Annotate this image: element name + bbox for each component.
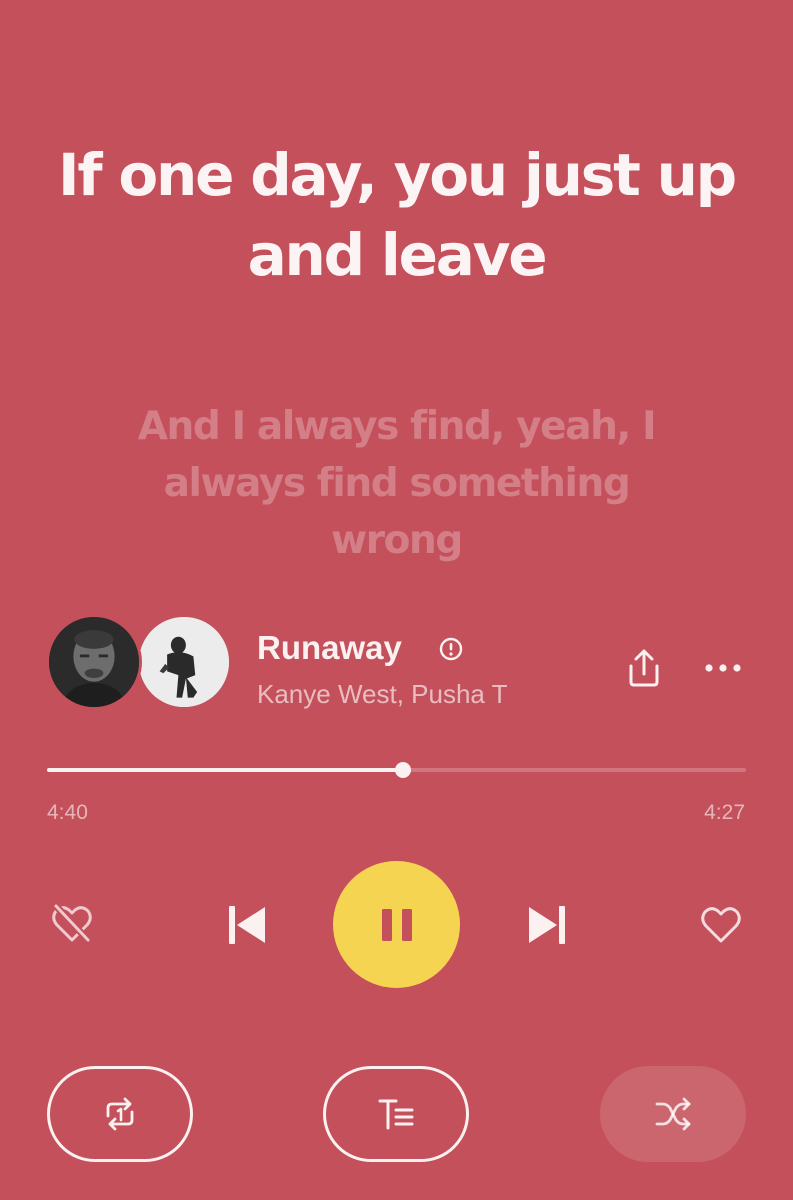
repeat-button[interactable]	[47, 1066, 193, 1162]
lyrics-button[interactable]	[323, 1066, 469, 1162]
track-title[interactable]: Runaway	[257, 629, 402, 667]
skip-previous-icon[interactable]	[224, 902, 270, 948]
heart-icon[interactable]	[697, 901, 745, 949]
progress-thumb[interactable]	[395, 762, 412, 778]
pause-icon	[381, 908, 412, 941]
total-time: 4:27	[704, 801, 745, 824]
more-options-icon[interactable]	[702, 648, 744, 688]
current-lyric-line: If one day, you just up and leave	[57, 141, 737, 289]
shuffle-button[interactable]	[600, 1066, 746, 1162]
repeat-one-icon	[106, 1097, 134, 1131]
next-lyric-line[interactable]: And I always find, yeah, I always find s…	[120, 398, 673, 569]
artist-avatar-pusha-t[interactable]	[136, 614, 232, 710]
track-artists[interactable]: Kanye West, Pusha T	[257, 679, 508, 710]
pause-button[interactable]	[333, 861, 460, 988]
progress-fill	[47, 768, 404, 772]
share-icon[interactable]	[622, 646, 666, 690]
artist-avatar-kanye-west[interactable]	[46, 614, 142, 710]
elapsed-time: 4:40	[47, 801, 88, 824]
skip-next-icon[interactable]	[524, 902, 570, 948]
explicit-icon	[438, 636, 464, 662]
lyrics-icon	[378, 1099, 414, 1130]
progress-bar[interactable]	[47, 762, 746, 778]
shuffle-icon	[655, 1097, 691, 1131]
heart-broken-icon[interactable]	[48, 900, 96, 948]
